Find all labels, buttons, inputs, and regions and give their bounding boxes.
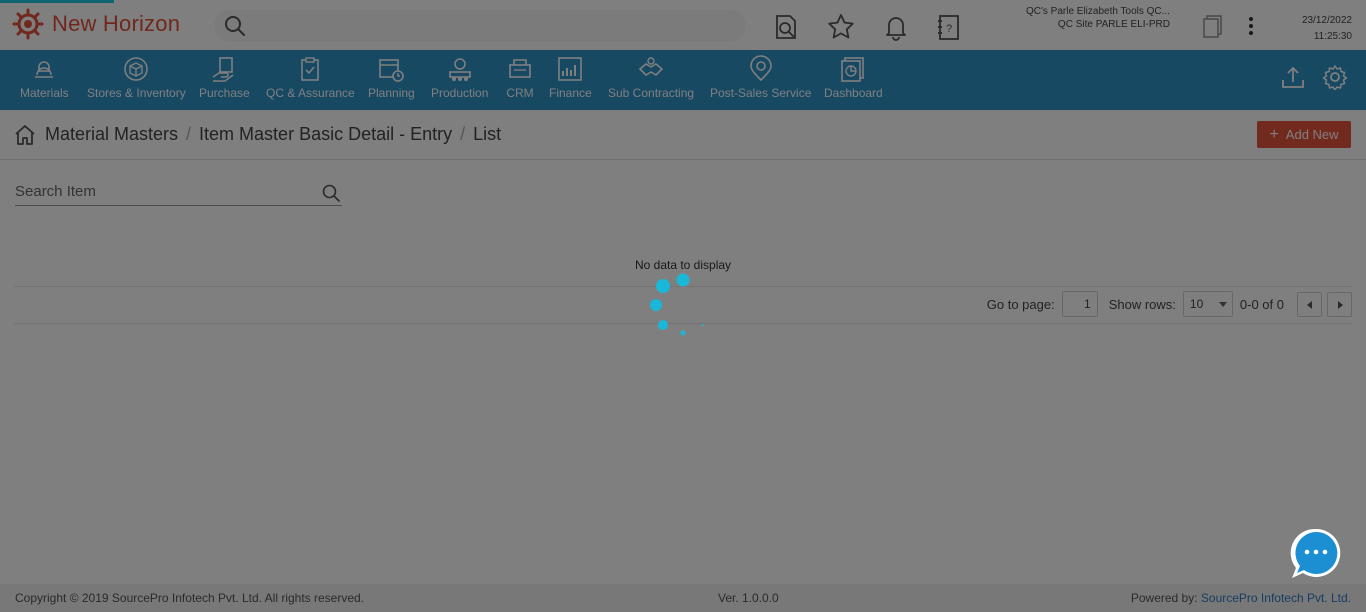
loading-spinner-icon	[650, 273, 704, 336]
chat-bubble-icon[interactable]	[1289, 527, 1343, 581]
